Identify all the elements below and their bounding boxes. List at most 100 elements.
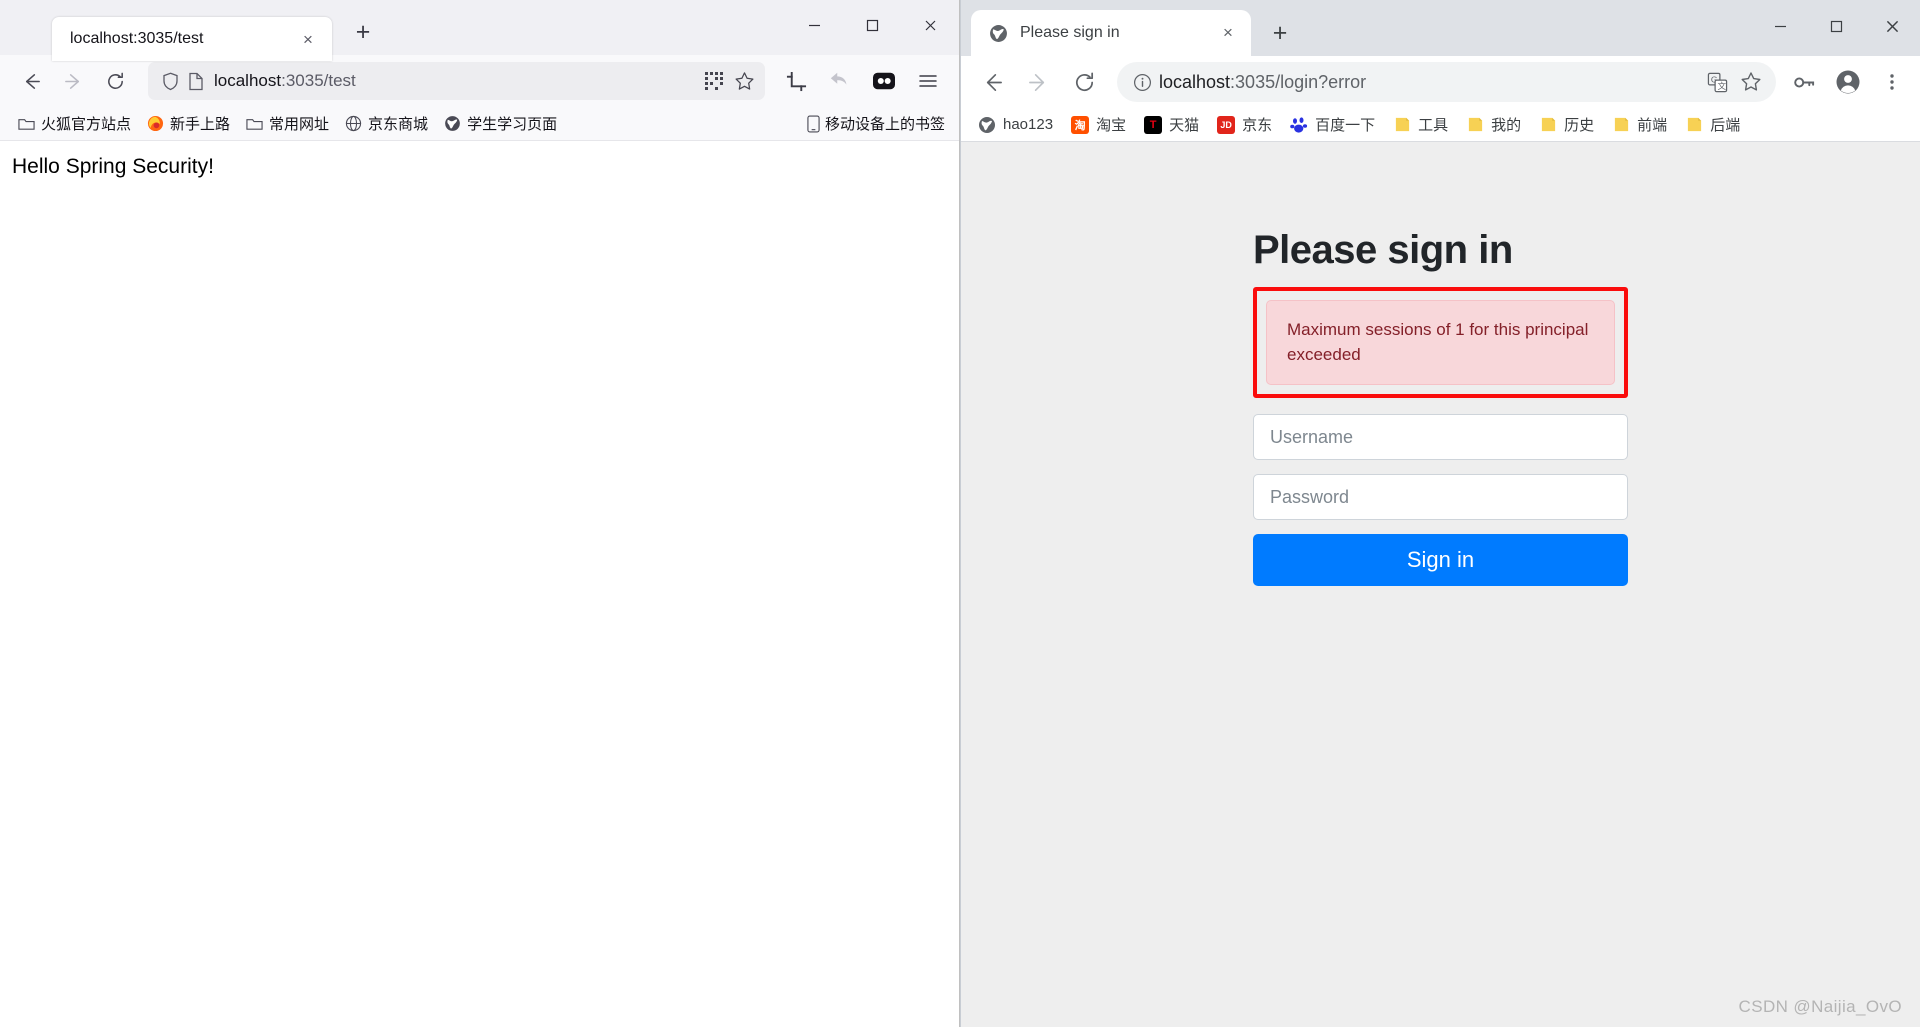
bookmark-label: 火狐官方站点 xyxy=(41,116,132,133)
sign-in-button[interactable]: Sign in xyxy=(1253,534,1628,587)
folder-icon xyxy=(1612,116,1630,134)
minimize-icon[interactable] xyxy=(785,0,843,50)
bookmark-label: 工具 xyxy=(1418,117,1449,134)
bookmark-item[interactable]: 火狐官方站点 xyxy=(10,110,139,137)
bookmark-label: 后端 xyxy=(1710,117,1741,134)
bookmark-label: 淘宝 xyxy=(1096,117,1127,134)
bookmark-folder-mine[interactable]: 我的 xyxy=(1459,111,1528,138)
firefox-view-icon[interactable] xyxy=(865,62,903,100)
chrome-url-host: localhost xyxy=(1159,71,1231,92)
chrome-toolbar-icons xyxy=(1784,62,1912,102)
chrome-window: Please sign in × + localhost:3035/login?… xyxy=(961,0,1920,1027)
bookmark-label: 我的 xyxy=(1491,117,1522,134)
firefox-url-host: localhost xyxy=(214,71,282,90)
bookmark-label: 历史 xyxy=(1564,117,1595,134)
bookmark-item-taobao[interactable]: 淘 淘宝 xyxy=(1064,111,1133,138)
page-icon[interactable] xyxy=(188,72,214,91)
forward-arrow-icon xyxy=(1017,61,1059,103)
password-input[interactable] xyxy=(1253,474,1628,521)
bookmark-item-tmall[interactable]: T 天猫 xyxy=(1137,111,1206,138)
bookmark-label: 常用网址 xyxy=(269,116,330,133)
bookmark-folder-tools[interactable]: 工具 xyxy=(1386,111,1455,138)
maximize-icon[interactable] xyxy=(843,0,901,50)
bookmark-item-baidu[interactable]: 百度一下 xyxy=(1283,111,1382,138)
chrome-tab-title: Please sign in xyxy=(1020,24,1120,41)
chrome-window-controls xyxy=(1752,0,1920,52)
close-icon[interactable]: × xyxy=(296,27,320,51)
page-heading: Hello Spring Security! xyxy=(12,155,214,178)
chrome-url-path: :3035/login?error xyxy=(1230,71,1367,92)
chrome-bookmarks-bar: hao123 淘 淘宝 T 天猫 JD 京东 百度一下 工具 我的 历史 前端 … xyxy=(961,108,1920,142)
hamburger-menu-icon[interactable] xyxy=(909,62,947,100)
close-icon[interactable] xyxy=(901,0,959,50)
svg-text:文: 文 xyxy=(1718,80,1727,91)
key-icon[interactable] xyxy=(1784,62,1824,102)
bookmark-item[interactable]: 新手上路 xyxy=(139,110,238,137)
back-arrow-icon[interactable] xyxy=(971,61,1013,103)
forward-arrow-icon xyxy=(54,62,92,100)
new-tab-button[interactable]: + xyxy=(1261,14,1299,52)
bookmark-label: 京东商城 xyxy=(368,116,429,133)
star-icon[interactable] xyxy=(1740,71,1762,93)
chrome-address-bar[interactable]: localhost:3035/login?error G文 xyxy=(1117,62,1776,102)
globe-icon xyxy=(989,24,1008,43)
mobile-bookmarks-label: 移动设备上的书签 xyxy=(824,116,945,133)
firefox-tab[interactable]: localhost:3035/test × xyxy=(52,17,332,61)
firefox-tab-title: localhost:3035/test xyxy=(70,30,204,47)
username-input[interactable] xyxy=(1253,414,1628,461)
chrome-tab[interactable]: Please sign in × xyxy=(971,10,1251,56)
star-icon[interactable] xyxy=(734,71,755,92)
bookmark-folder-history[interactable]: 历史 xyxy=(1532,111,1601,138)
baidu-icon xyxy=(1290,116,1308,134)
folder-icon xyxy=(1393,116,1411,134)
bookmark-item[interactable]: 学生学习页面 xyxy=(436,110,565,137)
chrome-navigation-bar: localhost:3035/login?error G文 xyxy=(961,56,1920,108)
close-icon[interactable]: × xyxy=(1215,20,1241,46)
bookmark-label: 学生学习页面 xyxy=(467,116,558,133)
folder-outline-icon xyxy=(246,116,263,131)
minimize-icon[interactable] xyxy=(1752,0,1808,52)
bookmark-label: 天猫 xyxy=(1169,117,1200,134)
folder-outline-icon xyxy=(18,116,35,131)
error-alert: Maximum sessions of 1 for this principal… xyxy=(1266,300,1615,386)
mobile-icon xyxy=(807,115,820,133)
translate-icon[interactable]: G文 xyxy=(1707,72,1728,93)
profile-avatar-icon[interactable] xyxy=(1828,62,1868,102)
bookmark-item-hao123[interactable]: hao123 xyxy=(971,113,1060,137)
jd-icon: JD xyxy=(1217,115,1236,134)
bookmark-label: 前端 xyxy=(1637,117,1668,134)
login-form: Please sign in Maximum sessions of 1 for… xyxy=(1253,228,1628,1027)
back-arrow-icon[interactable] xyxy=(12,62,50,100)
bookmark-folder-frontend[interactable]: 前端 xyxy=(1605,111,1674,138)
bookmark-item[interactable]: 常用网址 xyxy=(238,110,337,137)
firefox-toolbar-icons xyxy=(777,62,947,100)
mobile-bookmarks-item[interactable]: 移动设备上的书签 xyxy=(807,113,945,134)
globe-icon xyxy=(978,116,996,134)
crop-icon[interactable] xyxy=(777,62,815,100)
folder-icon xyxy=(1466,116,1484,134)
new-tab-button[interactable]: + xyxy=(346,15,380,49)
firefox-url-text: localhost:3035/test xyxy=(214,71,704,91)
firefox-address-bar[interactable]: localhost:3035/test xyxy=(148,62,765,100)
shield-icon[interactable] xyxy=(162,72,188,91)
three-dot-menu-icon[interactable] xyxy=(1872,62,1912,102)
firefox-window-controls xyxy=(785,0,959,50)
bookmark-item[interactable]: 京东商城 xyxy=(337,110,436,137)
firefox-window: localhost:3035/test × + localhost:3035/t… xyxy=(0,0,960,1027)
info-circle-icon[interactable] xyxy=(1133,73,1159,92)
chrome-page-content: Please sign in Maximum sessions of 1 for… xyxy=(961,142,1920,1027)
bookmark-folder-backend[interactable]: 后端 xyxy=(1678,111,1747,138)
globe-icon xyxy=(345,115,362,132)
qr-code-icon[interactable] xyxy=(704,71,724,91)
bookmark-item-jd[interactable]: JD 京东 xyxy=(1210,111,1279,138)
reload-icon[interactable] xyxy=(1063,61,1105,103)
watermark: CSDN @Naijia_OvO xyxy=(1738,997,1902,1016)
reload-icon[interactable] xyxy=(96,62,134,100)
maximize-icon[interactable] xyxy=(1808,0,1864,52)
globe-dark-icon xyxy=(444,115,461,132)
firefox-navigation-bar: localhost:3035/test xyxy=(0,55,959,107)
error-highlight-box: Maximum sessions of 1 for this principal… xyxy=(1253,287,1628,399)
close-icon[interactable] xyxy=(1864,0,1920,52)
chrome-url-text: localhost:3035/login?error xyxy=(1159,72,1707,93)
page-title: Please sign in xyxy=(1253,228,1513,272)
